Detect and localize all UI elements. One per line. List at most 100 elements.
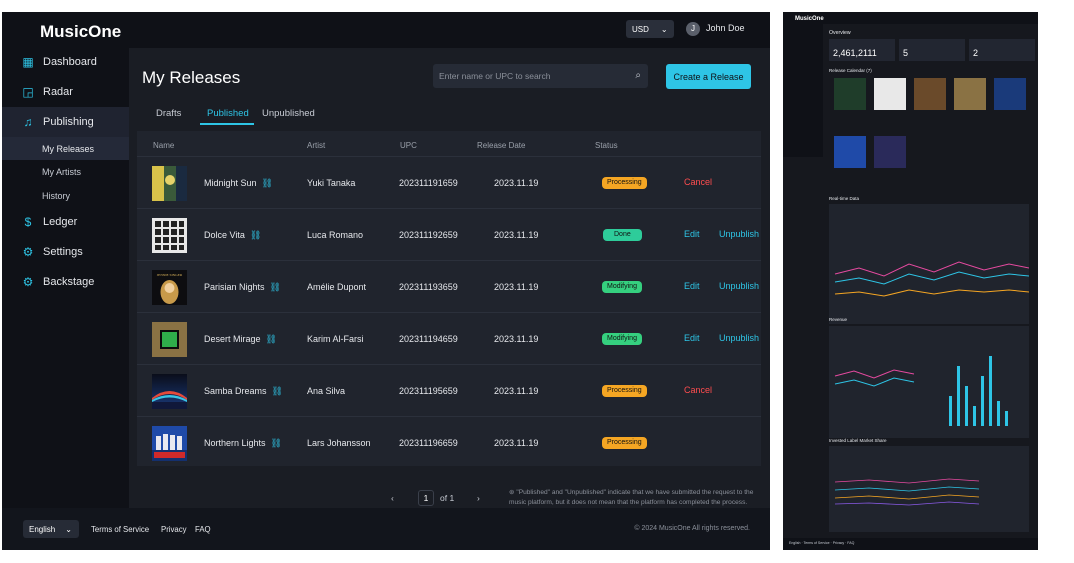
releases-table: Name Artist UPC Release Date Status Midn… xyxy=(137,131,761,466)
sidebar-item-publishing[interactable]: ♫ Publishing xyxy=(2,107,129,137)
sidebar-item-ledger[interactable]: $ Ledger xyxy=(2,207,129,237)
release-name[interactable]: Samba Dreams ⛓ xyxy=(204,386,283,397)
album-cover xyxy=(152,218,187,253)
gear-icon: ⚙ xyxy=(22,275,34,289)
calendar-cover xyxy=(834,78,866,110)
copyright: © 2024 MusicOne All rights reserved. xyxy=(634,525,750,532)
sidebar-subitem-history[interactable]: History xyxy=(2,184,129,207)
sidebar-item-label: Dashboard xyxy=(43,56,97,68)
calendar-cover xyxy=(994,78,1026,110)
link-icon[interactable]: ⛓ xyxy=(266,334,277,344)
column-header-status: Status xyxy=(595,141,618,150)
album-cover xyxy=(152,322,187,357)
sidebar-subitem-my-releases[interactable]: My Releases xyxy=(2,137,129,160)
language-select[interactable]: English ⌄ xyxy=(23,520,79,538)
current-page[interactable]: 1 xyxy=(418,490,434,506)
faq-link[interactable]: FAQ xyxy=(195,525,211,534)
gear-icon: ⚙ xyxy=(22,245,34,259)
release-artist: Luca Romano xyxy=(307,230,364,240)
chart-icon: ◲ xyxy=(22,85,34,99)
release-name[interactable]: Parisian Nights ⛓ xyxy=(204,282,281,293)
realtime-chart xyxy=(834,261,1030,297)
table-row[interactable]: Desert Mirage ⛓ Karim Al-Farsi 2023111946… xyxy=(137,312,761,364)
calendar-cover xyxy=(834,136,866,168)
realtime-data-panel xyxy=(829,204,1030,324)
language-value: English xyxy=(29,524,56,534)
table-row[interactable]: Samba Dreams ⛓ Ana Silva 202311195659 202… xyxy=(137,364,761,416)
username[interactable]: John Doe xyxy=(706,23,745,33)
page-title: My Releases xyxy=(142,68,241,87)
release-name[interactable]: Dolce Vita ⛓ xyxy=(204,230,261,241)
unpublish-button[interactable]: Unpublish xyxy=(719,333,759,343)
calendar-cover xyxy=(874,78,906,110)
release-name[interactable]: Northern Lights ⛓ xyxy=(204,438,282,449)
prev-page-button[interactable]: ‹ xyxy=(391,493,394,503)
release-upc: 202311193659 xyxy=(399,282,458,292)
unpublish-button[interactable]: Unpublish xyxy=(719,229,759,239)
album-cover: JENNIE SINGER xyxy=(152,270,187,305)
sidebar-item-backstage[interactable]: ⚙ Backstage xyxy=(2,267,129,297)
release-artist: Amélie Dupont xyxy=(307,282,367,292)
sidebar-subitem-my-artists[interactable]: My Artists xyxy=(2,160,129,183)
cancel-button[interactable]: Cancel xyxy=(684,177,712,187)
top-bar: USD ⌄ J John Doe xyxy=(129,12,770,48)
main-content: My Releases Enter name or UPC to search … xyxy=(129,48,770,508)
album-cover xyxy=(152,426,187,461)
stat-card: 2,461,2111 xyxy=(829,39,895,61)
sidebar: MusicOne ▦ Dashboard ◲ Radar ♫ Publishin… xyxy=(2,12,129,508)
calendar-cover xyxy=(954,78,986,110)
market-share-title: Invested Label Market Share xyxy=(829,438,887,443)
search-input[interactable]: Enter name or UPC to search ⌕ xyxy=(433,64,648,88)
market-share-panel xyxy=(829,446,1029,532)
release-name[interactable]: Desert Mirage ⛓ xyxy=(204,334,277,345)
sidebar-item-settings[interactable]: ⚙ Settings xyxy=(2,237,129,267)
next-page-button[interactable]: › xyxy=(477,493,480,503)
stat-value: 5 xyxy=(903,48,909,58)
calendar-cover xyxy=(914,78,946,110)
table-row[interactable]: Dolce Vita ⛓ Luca Romano 202311192659 202… xyxy=(137,208,761,260)
link-icon[interactable]: ⛓ xyxy=(270,282,281,292)
table-row[interactable]: Northern Lights ⛓ Lars Johansson 20231119… xyxy=(137,416,761,468)
edit-button[interactable]: Edit xyxy=(684,333,700,343)
app-window: MusicOne ▦ Dashboard ◲ Radar ♫ Publishin… xyxy=(2,12,770,550)
revenue-panel xyxy=(829,326,1029,438)
release-upc: 202311194659 xyxy=(399,334,458,344)
edit-button[interactable]: Edit xyxy=(684,229,700,239)
search-icon[interactable]: ⌕ xyxy=(635,70,641,81)
link-icon[interactable]: ⛓ xyxy=(250,230,261,240)
release-date: 2023.11.19 xyxy=(494,178,539,188)
table-row[interactable]: Midnight Sun ⛓ Yuki Tanaka 202311191659 2… xyxy=(137,156,761,208)
album-cover xyxy=(152,374,187,409)
tab-unpublished[interactable]: Unpublished xyxy=(262,108,315,119)
release-date: 2023.11.19 xyxy=(494,386,539,396)
release-artist: Ana Silva xyxy=(307,386,346,396)
tab-drafts[interactable]: Drafts xyxy=(156,108,181,119)
edit-button[interactable]: Edit xyxy=(684,281,700,291)
release-artist: Karim Al-Farsi xyxy=(307,334,364,344)
music-note-icon: ♫ xyxy=(23,115,33,129)
release-upc: 202311196659 xyxy=(399,438,458,448)
release-name[interactable]: Midnight Sun ⛓ xyxy=(204,178,273,189)
tab-published[interactable]: Published xyxy=(207,108,249,119)
sidebar-item-dashboard[interactable]: ▦ Dashboard xyxy=(2,47,129,77)
unpublish-button[interactable]: Unpublish xyxy=(719,281,759,291)
page-total: of 1 xyxy=(440,493,455,503)
privacy-link[interactable]: Privacy xyxy=(161,525,187,534)
avatar[interactable]: J xyxy=(686,22,700,36)
cancel-button[interactable]: Cancel xyxy=(684,385,712,395)
link-icon[interactable]: ⛓ xyxy=(271,438,282,448)
currency-select[interactable]: USD ⌄ xyxy=(626,20,674,38)
terms-link[interactable]: Terms of Service xyxy=(91,525,149,534)
release-date: 2023.11.19 xyxy=(494,230,539,240)
search-placeholder: Enter name or UPC to search xyxy=(439,71,551,81)
sidebar-item-radar[interactable]: ◲ Radar xyxy=(2,77,129,107)
thumbnail-topbar xyxy=(823,12,1038,24)
revenue-title: Revenue xyxy=(829,317,848,322)
create-release-button[interactable]: Create a Release xyxy=(666,64,751,89)
link-icon[interactable]: ⛓ xyxy=(262,178,273,188)
link-icon[interactable]: ⛓ xyxy=(272,386,283,396)
sidebar-item-label: Publishing xyxy=(43,116,94,128)
release-date: 2023.11.19 xyxy=(494,438,539,448)
revenue-chart xyxy=(834,356,1008,426)
table-row[interactable]: JENNIE SINGER Parisian Nights ⛓ Amélie Du… xyxy=(137,260,761,312)
